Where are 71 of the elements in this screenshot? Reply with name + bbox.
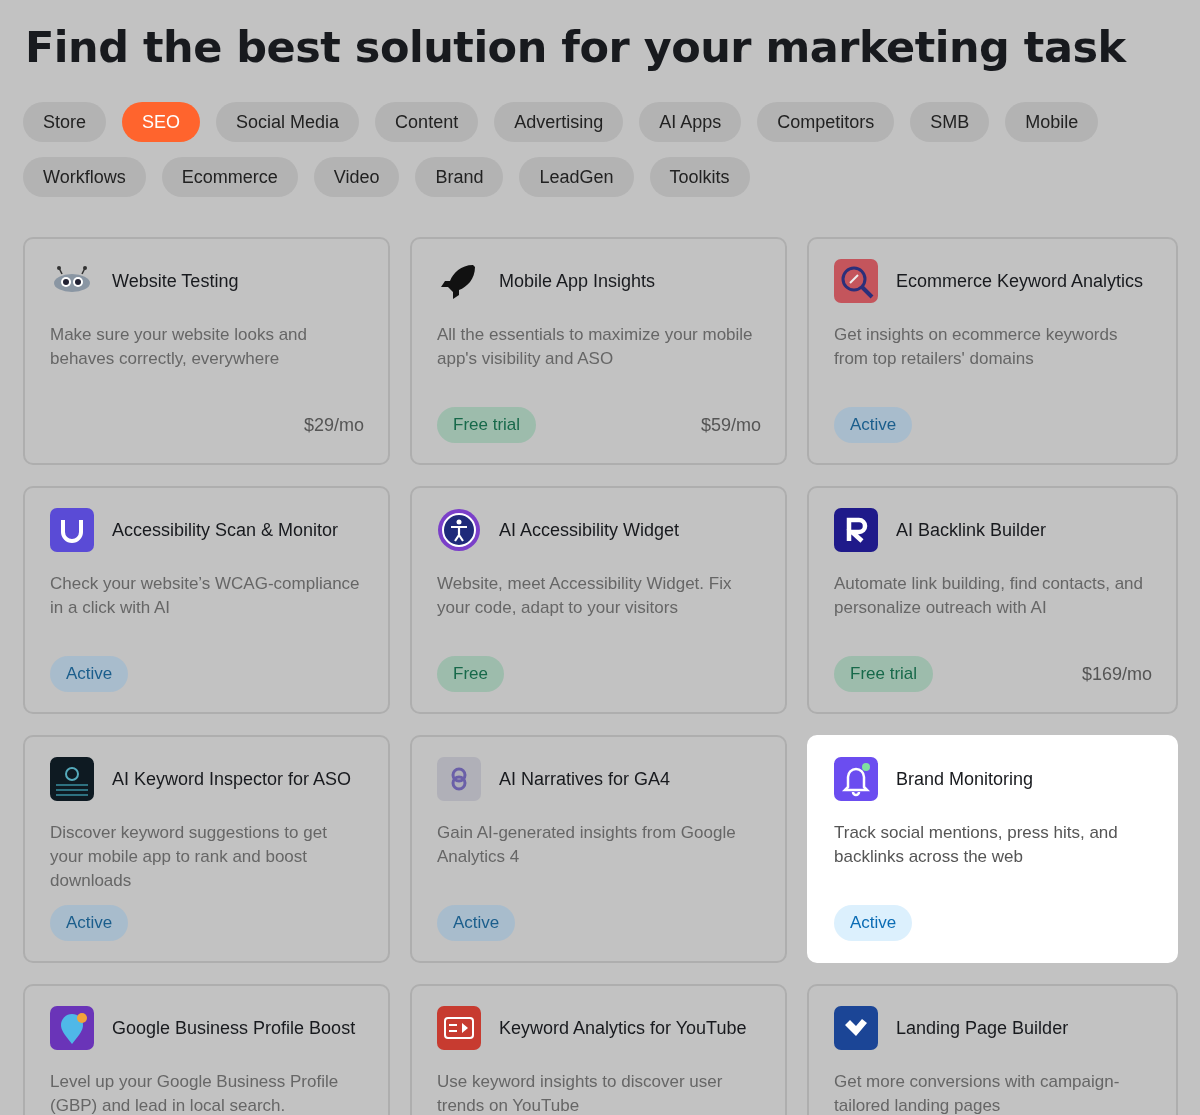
- app-card[interactable]: Ecommerce Keyword Analytics Get insights on ecommerce keywords from top retailers' domains Active: [807, 237, 1178, 465]
- card-title: AI Keyword Inspector for ASO: [112, 768, 352, 790]
- status-badge: Free trial: [437, 407, 537, 443]
- dial-icon: [50, 757, 94, 801]
- page-title: Find the best solution for your marketing task: [25, 22, 1128, 72]
- filter-chip[interactable]: Video: [313, 157, 400, 197]
- card-description: Website, meet Accessibility Widget. Fix your code, adapt to your visitors: [437, 573, 733, 619]
- app-card[interactable]: Accessibility Scan & Monitor Check your website’s WCAG-compliance in a click with AI Active: [23, 486, 390, 714]
- card-title: Brand Monitoring: [896, 768, 1034, 790]
- status-badge: Active: [437, 905, 516, 941]
- app-card[interactable]: Keyword Analytics for YouTube Use keyword insights to discover user trends on YouTube: [410, 984, 787, 1115]
- card-title: AI Backlink Builder: [896, 519, 1047, 541]
- card-description: Use keyword insights to discover user trends on YouTube: [437, 1071, 724, 1115]
- chevron-icon: [834, 1006, 878, 1050]
- filter-chip[interactable]: Content: [375, 102, 479, 142]
- filter-chip[interactable]: Social Media: [216, 102, 360, 142]
- card-title: Landing Page Builder: [896, 1017, 1069, 1039]
- app-card[interactable]: AI Keyword Inspector for ASO Discover keyword suggestions to get your mobile app to rank and boost downloads Active: [23, 735, 390, 963]
- letter-r-icon: [834, 508, 878, 552]
- card-title: Ecommerce Keyword Analytics: [896, 270, 1144, 292]
- app-card[interactable]: AI Accessibility Widget Website, meet Accessibility Widget. Fix your code, adapt to your visitors Free: [410, 486, 787, 714]
- status-badge: Active: [834, 905, 913, 941]
- filter-chip[interactable]: Brand: [415, 157, 504, 197]
- filter-chip[interactable]: Mobile: [1005, 102, 1099, 142]
- app-card[interactable]: Mobile App Insights All the essentials to maximize your mobile app's visibility and ASO Free trial $59/mo: [410, 237, 787, 465]
- card-title: AI Narratives for GA4: [499, 768, 671, 790]
- status-badge: Active: [50, 656, 129, 692]
- app-card[interactable]: AI Backlink Builder Automate link building, find contacts, and personalize outreach with AI Free trial $169/mo: [807, 486, 1178, 714]
- rings-icon: [437, 757, 481, 801]
- price-label: $59/mo: [700, 414, 761, 436]
- status-badge: Active: [834, 407, 913, 443]
- app-card[interactable]: Landing Page Builder Get more conversions with campaign-tailored landing pages: [807, 984, 1178, 1115]
- app-card[interactable]: Brand Monitoring Track social mentions, press hits, and backlinks across the web Active: [807, 735, 1178, 963]
- card-title: AI Accessibility Widget: [499, 519, 680, 541]
- card-description: Make sure your website looks and behaves correctly, everywhere: [50, 324, 309, 370]
- card-description: Get insights on ecommerce keywords from top retailers' domains: [834, 324, 1119, 370]
- filter-chip[interactable]: AI Apps: [639, 102, 742, 142]
- magnifier-icon: [834, 259, 878, 303]
- bell-icon: [834, 757, 878, 801]
- map-pin-icon: [50, 1006, 94, 1050]
- card-title: Mobile App Insights: [499, 270, 656, 292]
- card-description: Check your website’s WCAG-compliance in a click with AI: [50, 573, 361, 619]
- app-card[interactable]: Google Business Profile Boost Level up your Google Business Profile (GBP) and lead in local search.: [23, 984, 390, 1115]
- card-description: Get more conversions with campaign-tailored landing pages: [834, 1071, 1121, 1115]
- filter-chip[interactable]: Competitors: [757, 102, 895, 142]
- card-description: Gain AI-generated insights from Google Analytics 4: [437, 822, 737, 868]
- filter-chip[interactable]: Advertising: [494, 102, 624, 142]
- card-description: Discover keyword suggestions to get your mobile app to rank and boost downloads: [50, 822, 328, 892]
- card-description: Automate link building, find contacts, and personalize outreach with AI: [834, 573, 1145, 619]
- person-icon: [437, 508, 481, 552]
- price-label: $29/mo: [303, 414, 364, 436]
- card-title: Website Testing: [112, 270, 239, 292]
- card-description: Level up your Google Business Profile (GBP) and lead in local search.: [50, 1071, 340, 1115]
- status-badge: Free: [437, 656, 504, 692]
- filter-chip[interactable]: LeadGen: [519, 157, 634, 197]
- filter-chip[interactable]: SMB: [910, 102, 990, 142]
- status-badge: Active: [50, 905, 129, 941]
- card-description: Track social mentions, press hits, and backlinks across the web: [834, 822, 1119, 868]
- filter-chip[interactable]: Ecommerce: [161, 157, 298, 197]
- status-badge: Free trial: [834, 656, 934, 692]
- card-description: All the essentials to maximize your mobile app's visibility and ASO: [437, 324, 754, 370]
- price-label: $169/mo: [1081, 663, 1152, 685]
- filter-chip[interactable]: Workflows: [23, 157, 146, 197]
- filter-chip[interactable]: Toolkits: [649, 157, 750, 197]
- app-card[interactable]: Website Testing Make sure your website looks and behaves correctly, everywhere $29/mo: [23, 237, 390, 465]
- filter-chip[interactable]: Store: [23, 102, 107, 142]
- card-title: Accessibility Scan & Monitor: [112, 519, 339, 541]
- card-title: Keyword Analytics for YouTube: [499, 1017, 747, 1039]
- card-title: Google Business Profile Boost: [112, 1017, 356, 1039]
- app-card[interactable]: AI Narratives for GA4 Gain AI-generated insights from Google Analytics 4 Active: [410, 735, 787, 963]
- play-screen-icon: [437, 1006, 481, 1050]
